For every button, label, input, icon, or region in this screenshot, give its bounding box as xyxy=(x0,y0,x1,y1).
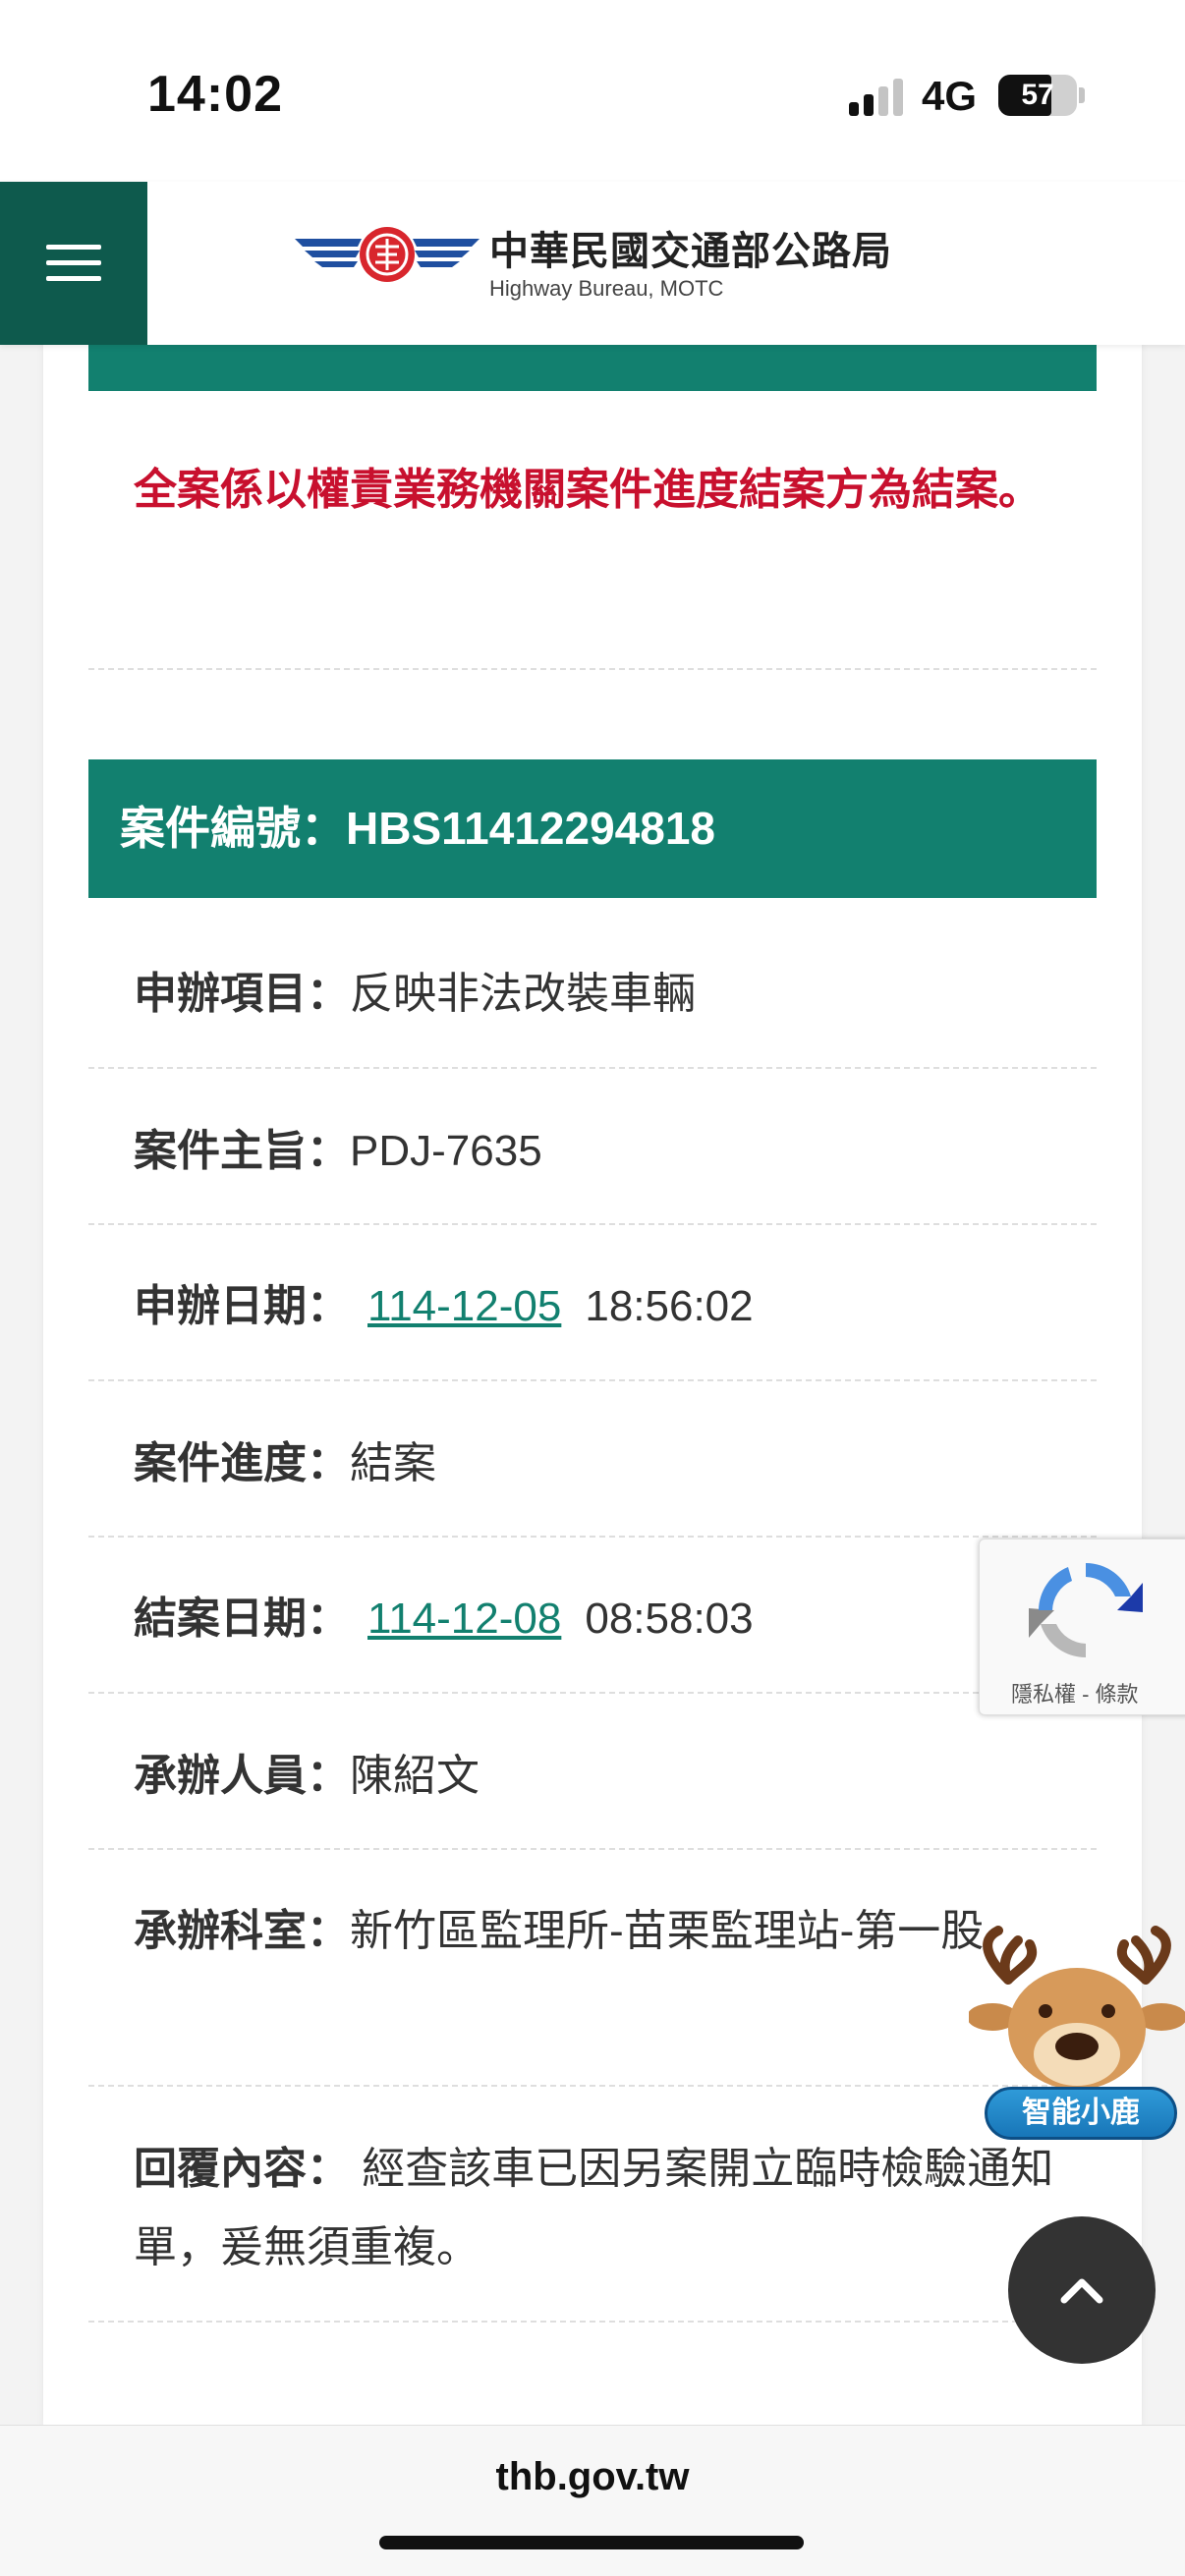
field-value: PDJ-7635 xyxy=(350,1127,542,1175)
divider xyxy=(88,1536,1097,1538)
field-progress: 案件進度：結案 xyxy=(134,1425,1057,1503)
field-value: 陳紹文 xyxy=(350,1752,480,1800)
divider xyxy=(88,1848,1097,1850)
url-text[interactable]: thb.gov.tw xyxy=(0,2455,1185,2499)
status-bar: 14:02 4G 57 xyxy=(0,0,1185,182)
battery-tip xyxy=(1079,87,1085,103)
home-indicator xyxy=(379,2536,804,2549)
status-time: 14:02 xyxy=(147,66,283,123)
divider xyxy=(88,2085,1097,2087)
case-number-header: 案件編號：HBS11412294818 xyxy=(88,759,1097,898)
apply-date-link[interactable]: 114-12-05 xyxy=(367,1282,561,1330)
divider xyxy=(88,1692,1097,1694)
field-value: 反映非法改裝車輛 xyxy=(350,970,696,1018)
previous-section-header xyxy=(88,345,1097,391)
field-office: 承辦科室：新竹區監理所-苗栗監理站-第一股 xyxy=(134,1892,1057,1971)
field-apply-item: 申辦項目：反映非法改裝車輛 xyxy=(134,955,1057,1034)
field-apply-date: 申辦日期： 114-12-05 18:56:02 xyxy=(134,1267,1057,1346)
close-time: 08:58:03 xyxy=(585,1595,754,1643)
field-label: 申辦日期： xyxy=(134,1282,350,1330)
apply-time: 18:56:02 xyxy=(585,1282,754,1330)
chevron-up-icon xyxy=(1060,2278,1103,2304)
field-handler: 承辦人員：陳紹文 xyxy=(134,1737,1057,1816)
logo-subtitle: Highway Bureau, MOTC xyxy=(489,276,724,301)
site-header: 中華民國交通部公路局 Highway Bureau, MOTC xyxy=(0,182,1185,345)
divider xyxy=(88,2321,1097,2323)
field-value: 結案 xyxy=(350,1439,436,1487)
network-type: 4G xyxy=(922,73,978,119)
field-label: 案件主旨： xyxy=(134,1127,350,1175)
recaptcha-badge[interactable]: 隱私權 - 條款 xyxy=(979,1539,1185,1715)
bureau-emblem-icon xyxy=(295,227,480,282)
close-date-link[interactable]: 114-12-08 xyxy=(367,1595,561,1643)
field-label: 承辦人員： xyxy=(134,1752,350,1800)
recaptcha-icon xyxy=(1029,1562,1143,1658)
divider xyxy=(88,668,1097,670)
battery-level: 57 xyxy=(1021,79,1054,111)
divider xyxy=(88,1067,1097,1069)
field-label: 回覆內容： xyxy=(134,2145,350,2193)
field-subject: 案件主旨：PDJ-7635 xyxy=(134,1112,1057,1191)
mascot-label[interactable]: 智能小鹿 xyxy=(985,2087,1177,2140)
logo-title: 中華民國交通部公路局 xyxy=(489,228,892,274)
recaptcha-privacy-terms[interactable]: 隱私權 - 條款 xyxy=(1011,1677,1139,1708)
divider xyxy=(88,1379,1097,1381)
back-to-top-button[interactable] xyxy=(1008,2216,1156,2364)
closing-notice: 全案係以權責業務機關案件進度結案方為結案。 xyxy=(134,466,1042,514)
field-label: 結案日期： xyxy=(134,1595,350,1643)
field-label: 案件進度： xyxy=(134,1439,350,1487)
browser-url-bar[interactable]: thb.gov.tw xyxy=(0,2425,1185,2576)
field-label: 申辦項目： xyxy=(134,970,350,1018)
hamburger-menu-button[interactable] xyxy=(0,182,147,345)
field-close-date: 結案日期： 114-12-08 08:58:03 xyxy=(134,1580,1057,1658)
battery-icon: 57 xyxy=(998,75,1077,116)
field-label: 承辦科室： xyxy=(134,1907,350,1955)
field-reply: 回覆內容： 經查該車已因另案開立臨時檢驗通知單，爰無須重複。 xyxy=(134,2130,1057,2287)
field-value: 新竹區監理所-苗栗監理站-第一股 xyxy=(350,1907,985,1955)
divider xyxy=(88,1223,1097,1225)
cellular-signal-icon xyxy=(849,79,908,116)
